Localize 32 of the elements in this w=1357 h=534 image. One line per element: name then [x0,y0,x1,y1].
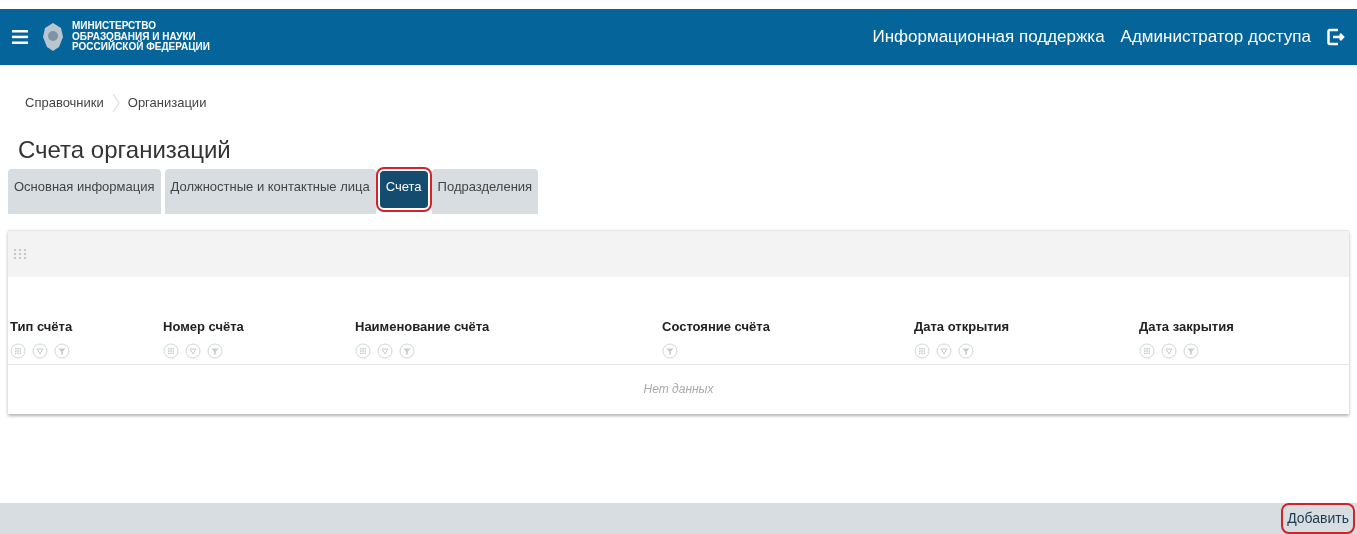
column-header[interactable]: Номер счёта [163,316,355,337]
grid-icon[interactable] [163,343,179,360]
logout-icon[interactable] [1327,28,1345,46]
breadcrumb-link[interactable]: Справочники [25,93,104,113]
header-link[interactable]: Информационная поддержка [872,24,1105,50]
empty-message: Нет данных [642,381,715,399]
grid-icon[interactable] [914,343,930,360]
grid-icon[interactable] [355,343,371,360]
emblem-icon [42,22,64,52]
menu-icon[interactable] [12,30,28,44]
filter-icon[interactable] [958,343,974,360]
filter-icon[interactable] [662,343,678,360]
tab[interactable]: Основная информация [8,168,161,214]
breadcrumb-link[interactable]: Организации [127,93,207,113]
filter-icon[interactable] [1183,343,1199,360]
chevron-icon [111,93,120,113]
column-header[interactable]: Дата открытия [914,316,1139,337]
column-header[interactable]: Дата закрытия [1139,316,1349,337]
tab[interactable]: Должностные и контактные лица [164,168,376,214]
column-header[interactable]: Тип счёта [10,316,163,337]
grid-icon[interactable] [10,343,26,360]
filter-icon[interactable] [207,343,223,360]
grid-icon[interactable] [1139,343,1155,360]
filter-icon[interactable] [399,343,415,360]
column-header[interactable]: Наименование счёта [355,316,662,337]
column-header[interactable]: Состояние счёта [662,316,914,337]
tab[interactable]: Подразделения [431,168,539,214]
filter-icon[interactable] [54,343,70,360]
page-title: Счета организаций [18,136,232,165]
logo-text: МИНИСТЕРСТВО ОБРАЗОВАНИЯ И НАУКИ РОССИЙСКОЙ ФЕДЕРАЦИИ [72,21,210,53]
header-link[interactable]: Администратор доступа [1120,24,1311,50]
drag-handle-icon[interactable] [13,248,27,259]
